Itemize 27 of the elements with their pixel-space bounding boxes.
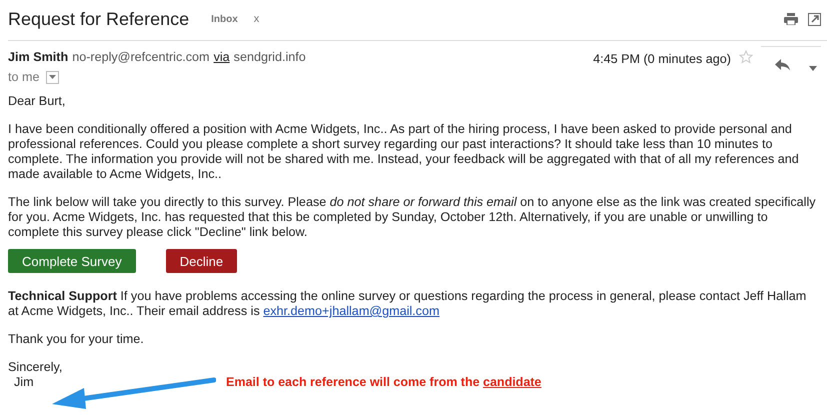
sender-domain: sendgrid.info [234,50,306,64]
arrow-icon [50,377,216,411]
body-paragraph: I have been conditionally offered a position with Acme Widgets, Inc.. As part of the hiring process, I have been asked to provide personal and professional references. Could you please complete a short survey regarding our past interactions? It should take less than 10 minutes to complete. The information you provide will not be shared with me. Instead, your feedback will be aggregated with that of all my references and made available to Acme Widgets, Inc.. [8,122,800,182]
star-icon[interactable] [739,50,753,64]
inbox-label[interactable]: Inbox [211,14,238,24]
via-link[interactable]: via [214,50,230,64]
closing-text: Sincerely, [8,360,62,375]
recipient-text: to me [8,70,40,84]
thanks-text: Thank you for your time. [8,332,145,347]
reply-icon [775,59,791,71]
survey-action-button[interactable]: Complete Survey [8,249,136,273]
sender-name: Jim Smith [8,50,68,64]
sender-email: no-reply@refcentric.com [72,50,210,64]
details-dropdown-icon[interactable] [46,70,58,84]
print-icon[interactable] [784,13,798,25]
remove-label-button[interactable]: x [254,13,260,25]
received-time: 4:45 PM (0 minutes ago) [593,52,731,66]
survey-action-button[interactable]: Decline [166,249,238,273]
annotation-text: Email to each reference will come from the candidate [226,375,542,389]
signature-text: Jim [13,375,34,390]
greeting-text: Dear Burt, [8,94,66,109]
new-window-icon[interactable] [808,12,821,26]
caret-icon [809,66,817,71]
support-paragraph: Technical Support If you have problems accessing the online survey or questions regarding the process in general, please contact Jeff Hallam at Acme Widgets, Inc.. Their email address is exhr.demo+jhallam@gmail.com [8,289,808,319]
email-subject: Request for Reference [8,8,190,30]
body-paragraph: The link below will take you directly to this survey. Please do not share or forward this email on to anyone else as the link was created specifically for you. Acme Widgets, Inc. has requested that this be completed by Sunday, October 12th. Alternatively, if you are unable or unwilling to complete this survey please click "Decline" link below. [8,195,817,240]
email-link[interactable]: exhr.demo+jhallam@gmail.com [263,304,440,318]
